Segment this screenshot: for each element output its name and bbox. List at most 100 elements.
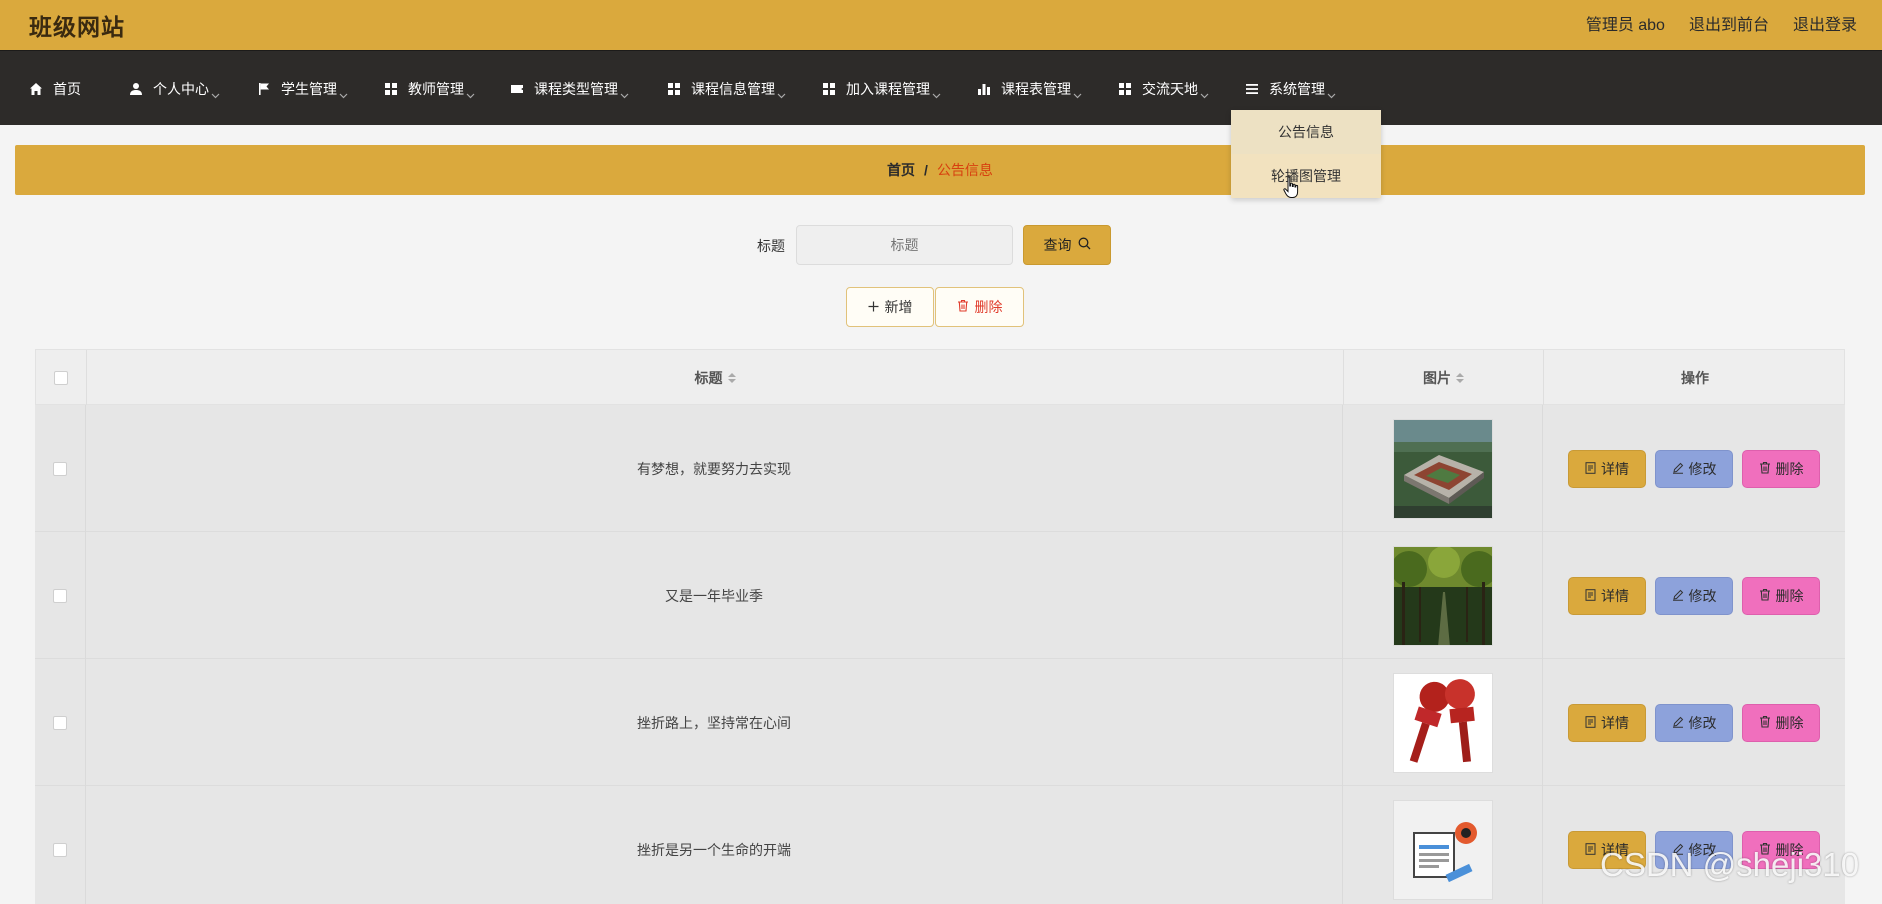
dropdown-item-carousel-management[interactable]: 轮播图管理 (1231, 154, 1381, 198)
row-checkbox[interactable] (53, 715, 67, 730)
table-row: 有梦想，就要努力去实现 详情 修改 删除 (35, 405, 1845, 532)
edit-button[interactable]: 修改 (1655, 703, 1733, 742)
row-actions-cell: 详情 修改 删除 (1543, 786, 1845, 904)
document-icon (1585, 461, 1596, 477)
nav-label: 课程信息管理 (691, 80, 775, 97)
search-title-input[interactable] (796, 225, 1013, 265)
table-row: 挫折是另一个生命的开端 详情 修改 删除 (35, 786, 1845, 904)
chevron-down-icon (777, 86, 786, 98)
breadcrumb-home[interactable]: 首页 (887, 160, 915, 180)
row-select-cell (35, 532, 86, 659)
batch-delete-button[interactable]: 删除 (935, 287, 1024, 327)
bar-chart-icon (977, 82, 991, 96)
hand-cursor-icon (1283, 176, 1301, 205)
nav-label: 课程类型管理 (534, 80, 618, 97)
document-icon (1585, 588, 1596, 604)
site-title: 班级网站 (29, 14, 125, 40)
detail-button[interactable]: 详情 (1568, 449, 1646, 488)
detail-button[interactable]: 详情 (1568, 576, 1646, 615)
nav-item-course-info-management[interactable]: 课程信息管理 (667, 51, 786, 126)
header-image[interactable]: 图片 (1344, 350, 1544, 406)
pencil-icon (1672, 588, 1684, 604)
nav-item-teacher-management[interactable]: 教师管理 (384, 51, 475, 126)
edit-label: 修改 (1688, 460, 1717, 477)
row-image-cell (1343, 532, 1543, 659)
search-button-label: 查询 (1043, 237, 1072, 253)
grid-icon (822, 82, 836, 96)
row-image-cell (1343, 659, 1543, 786)
grid-icon (384, 82, 398, 96)
delete-button[interactable]: 删除 (1742, 703, 1820, 742)
select-all-checkbox[interactable] (54, 371, 68, 385)
nav-item-course-type-management[interactable]: 课程类型管理 (510, 51, 629, 126)
row-image-cell (1343, 786, 1543, 904)
row-select-cell (35, 659, 86, 786)
delete-button[interactable]: 删除 (1742, 576, 1820, 615)
search-title-label: 标题 (757, 238, 785, 254)
row-select-cell (35, 786, 86, 904)
breadcrumb: 首页 / 公告信息 (15, 145, 1865, 195)
detail-button[interactable]: 详情 (1568, 703, 1646, 742)
logout-link[interactable]: 退出登录 (1793, 11, 1857, 35)
header-select-all-cell (36, 350, 87, 406)
table-row: 挫折路上，坚持常在心间 详情 修改 删除 (35, 659, 1845, 786)
chevron-down-icon (1200, 86, 1209, 98)
nav-item-home[interactable]: 首页 (29, 51, 81, 126)
grid-icon (667, 82, 681, 96)
nav-label: 加入课程管理 (846, 80, 930, 97)
search-icon (1078, 237, 1091, 253)
admin-user-link[interactable]: 管理员 abo (1586, 11, 1665, 35)
table-header: 标题 图片 操作 (35, 349, 1845, 406)
add-button[interactable]: 新增 (846, 287, 934, 327)
nav-label: 个人中心 (153, 80, 209, 97)
table-row: 又是一年毕业季 详情 修改 删除 (35, 532, 1845, 659)
top-header: 班级网站 管理员 abo 退出到前台 退出登录 (0, 0, 1882, 50)
chevron-down-icon (620, 86, 629, 98)
trash-icon (1759, 461, 1771, 477)
delete-label: 删除 (1775, 460, 1804, 477)
home-icon (29, 82, 43, 96)
row-checkbox[interactable] (53, 842, 67, 857)
header-title[interactable]: 标题 (87, 350, 1344, 406)
edit-label: 修改 (1688, 714, 1717, 731)
nav-item-forum[interactable]: 交流天地 (1118, 51, 1209, 126)
row-title: 有梦想，就要努力去实现 (86, 405, 1343, 532)
dropdown-item-announcements[interactable]: 公告信息 (1231, 110, 1381, 154)
back-to-front-link[interactable]: 退出到前台 (1689, 11, 1769, 35)
detail-label: 详情 (1601, 587, 1629, 604)
news-microphones-image[interactable] (1392, 672, 1493, 773)
nav-item-student-management[interactable]: 学生管理 (257, 51, 348, 126)
delete-label: 删除 (1775, 587, 1804, 604)
nav-label: 首页 (53, 80, 81, 97)
row-actions-cell: 详情 修改 删除 (1543, 405, 1845, 532)
nav-item-personal-center[interactable]: 个人中心 (129, 51, 220, 126)
document-icon (1585, 715, 1596, 731)
nav-item-join-course-management[interactable]: 加入课程管理 (822, 51, 941, 126)
row-checkbox[interactable] (53, 588, 67, 603)
nav-label: 教师管理 (408, 80, 464, 97)
edit-button[interactable]: 修改 (1655, 576, 1733, 615)
user-icon (129, 82, 143, 96)
chevron-down-icon (466, 86, 475, 98)
row-checkbox[interactable] (53, 461, 67, 476)
campus-building-photo[interactable] (1392, 418, 1493, 519)
tree-avenue-photo[interactable] (1392, 545, 1493, 646)
search-button[interactable]: 查询 (1023, 225, 1111, 265)
detail-label: 详情 (1601, 460, 1629, 477)
row-actions-cell: 详情 修改 删除 (1543, 659, 1845, 786)
row-actions-cell: 详情 修改 删除 (1543, 532, 1845, 659)
edit-label: 修改 (1688, 587, 1717, 604)
newspaper-icon-image[interactable] (1392, 799, 1493, 900)
edit-button[interactable]: 修改 (1655, 449, 1733, 488)
chevron-down-icon (339, 86, 348, 98)
list-icon (1245, 82, 1259, 96)
sort-icon (727, 373, 736, 383)
row-title: 又是一年毕业季 (86, 532, 1343, 659)
trash-icon (1759, 715, 1771, 731)
chevron-down-icon (1073, 86, 1082, 98)
header-image-label: 图片 (1423, 370, 1451, 386)
header-operations-label: 操作 (1681, 370, 1709, 386)
nav-item-timetable-management[interactable]: 课程表管理 (977, 51, 1082, 126)
nav-label: 交流天地 (1142, 80, 1198, 97)
delete-button[interactable]: 删除 (1742, 449, 1820, 488)
